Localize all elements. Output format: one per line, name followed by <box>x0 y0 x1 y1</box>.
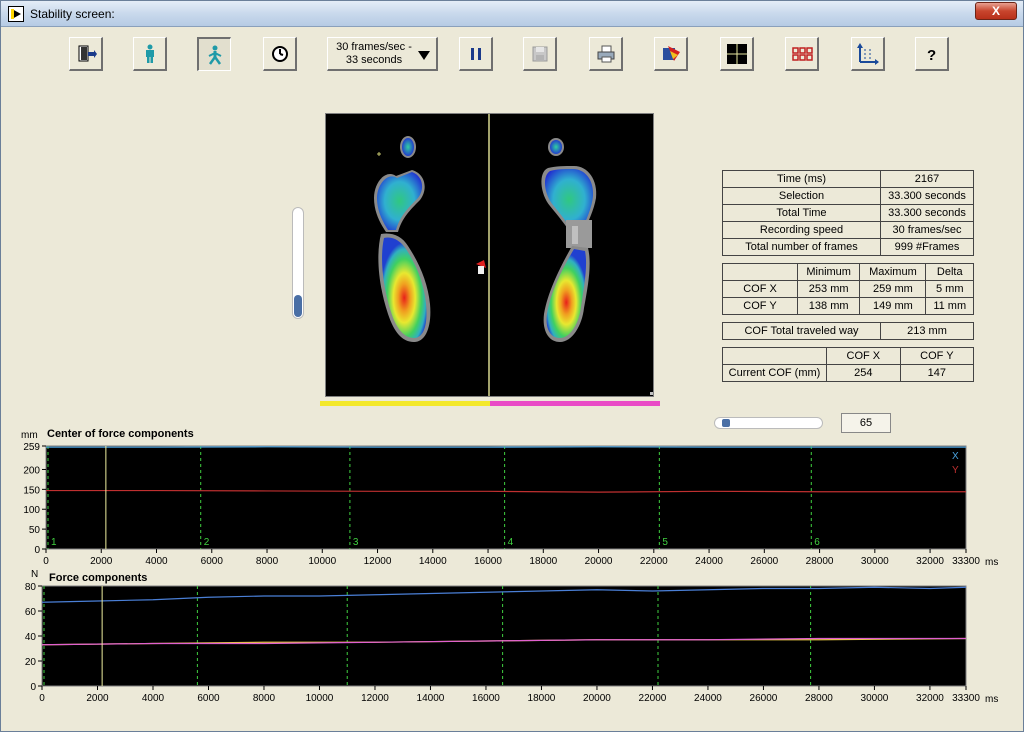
title-bar: Stability screen: X <box>1 1 1023 27</box>
cof-xtick-label: 4000 <box>145 556 168 567</box>
cof-segment-label: 6 <box>814 537 820 548</box>
cof-ytick-label: 0 <box>34 545 40 556</box>
force-xtick-label: 20000 <box>583 693 611 704</box>
stability-window: Stability screen: X 30 frames/sec - 33 s… <box>0 0 1024 732</box>
force-xtick-label: 22000 <box>639 693 667 704</box>
window-title: Stability screen: <box>30 7 115 21</box>
cof-ytick-label: 100 <box>23 505 40 516</box>
force-xtick-label: 12000 <box>361 693 389 704</box>
cof-xtick-label: 14000 <box>419 556 447 567</box>
cof-segment-label: 2 <box>204 537 210 548</box>
cof-segment-label: 1 <box>51 537 57 548</box>
force-xtick-label: 0 <box>39 693 45 704</box>
cof-ytick-label: 259 <box>23 442 40 453</box>
cof-legend-entry: Y <box>952 465 959 476</box>
force-xtick-label: 28000 <box>805 693 833 704</box>
cof-xtick-label: 8000 <box>256 556 279 567</box>
force-xtick-label: 18000 <box>528 693 556 704</box>
cof-xtick-label: 20000 <box>585 556 613 567</box>
force-ytick-label: 20 <box>25 657 37 668</box>
force-xtick-label: 24000 <box>694 693 722 704</box>
charts-canvas: 2592001501005000 2000 4000 6000 8000 10000 120… <box>23 442 980 704</box>
cof-ytick-label: 50 <box>29 525 41 536</box>
force-xtick-label: 16000 <box>472 693 500 704</box>
force-xtick-label: 6000 <box>197 693 220 704</box>
cof-legend-entry: X <box>952 451 959 462</box>
cof-xtick-label: 30000 <box>861 556 889 567</box>
cof-xtick-label: 6000 <box>201 556 224 567</box>
force-ytick-label: 40 <box>25 632 37 643</box>
force-xtick-label: 4000 <box>142 693 165 704</box>
cof-xtick-label: 16000 <box>474 556 502 567</box>
cof-xtick-label: 24000 <box>695 556 723 567</box>
cof-xtick-label: 18000 <box>529 556 557 567</box>
close-button[interactable]: X <box>975 2 1017 20</box>
force-xtick-label: 10000 <box>306 693 334 704</box>
cof-plot-area <box>45 445 967 550</box>
force-xtick-label: 33300 <box>952 693 980 704</box>
force-xtick-label: 14000 <box>417 693 445 704</box>
force-ytick-label: 80 <box>25 582 37 593</box>
cof-xtick-label: 22000 <box>640 556 668 567</box>
cof-ytick-label: 200 <box>23 465 40 476</box>
cof-ytick-label: 150 <box>23 485 40 496</box>
app-icon <box>8 6 24 22</box>
force-ytick-label: 0 <box>30 682 36 693</box>
cof-xtick-label: 0 <box>43 556 49 567</box>
client-area: 30 frames/sec - 33 seconds ? Time (ms) 2… <box>8 29 1016 726</box>
force-xtick-label: 2000 <box>86 693 109 704</box>
cof-xtick-label: 12000 <box>364 556 392 567</box>
force-xtick-label: 8000 <box>253 693 276 704</box>
cof-xtick-label: 33300 <box>952 556 980 567</box>
cof-segment-label: 5 <box>662 537 668 548</box>
cof-segment-label: 3 <box>353 537 359 548</box>
cof-xtick-label: 2000 <box>90 556 113 567</box>
cof-segment-label: 4 <box>508 537 514 548</box>
cof-xtick-label: 32000 <box>916 556 944 567</box>
force-xtick-label: 32000 <box>916 693 944 704</box>
cof-xtick-label: 28000 <box>806 556 834 567</box>
cof-xtick-label: 10000 <box>308 556 336 567</box>
force-plot-area <box>41 585 967 687</box>
force-xtick-label: 26000 <box>750 693 778 704</box>
force-ytick-label: 60 <box>25 607 37 618</box>
force-xtick-label: 30000 <box>861 693 889 704</box>
cof-xtick-label: 26000 <box>750 556 778 567</box>
